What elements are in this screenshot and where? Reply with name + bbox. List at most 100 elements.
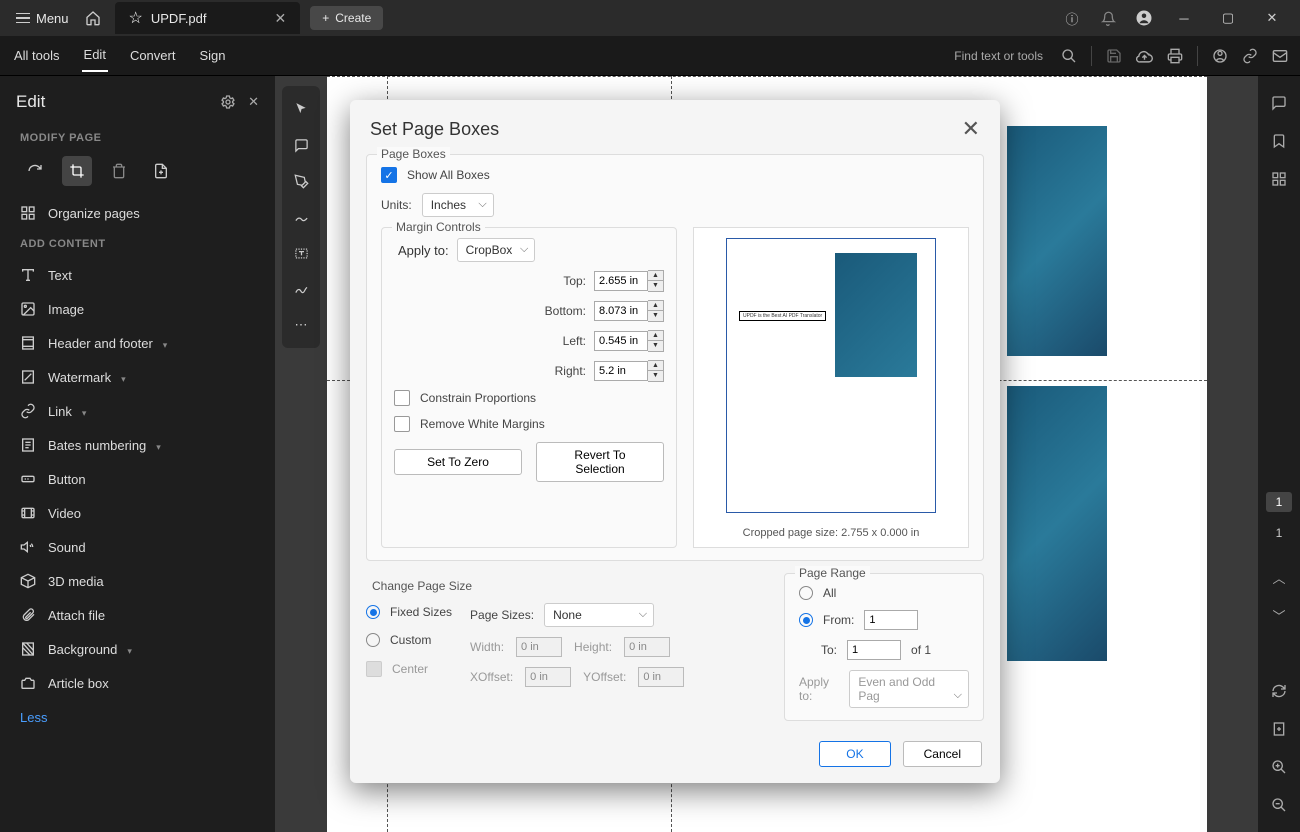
apply-to2-select[interactable]: Even and Odd Pag — [849, 670, 969, 708]
to-input[interactable] — [847, 640, 901, 660]
close-panel-icon[interactable]: ✕ — [248, 94, 259, 110]
link-icon[interactable] — [1242, 48, 1258, 64]
save-icon[interactable] — [1106, 48, 1122, 64]
help-icon[interactable]: ⓘ — [1058, 4, 1086, 32]
sidebar-video[interactable]: Video — [0, 496, 275, 530]
zoom-in-icon[interactable] — [1264, 752, 1294, 782]
custom-radio[interactable] — [366, 633, 380, 647]
create-button[interactable]: + Create — [310, 6, 383, 30]
fit-page-icon[interactable] — [1264, 714, 1294, 744]
page-badge[interactable]: 1 — [1266, 492, 1293, 512]
remove-white-checkbox[interactable] — [394, 416, 410, 432]
text-tool-icon[interactable] — [282, 236, 320, 270]
sidebar-organize-pages[interactable]: Organize pages — [0, 196, 275, 230]
cloud-icon[interactable] — [1136, 47, 1153, 64]
top-input[interactable] — [594, 271, 648, 291]
article-label: Article box — [48, 676, 109, 691]
height-label: Height: — [574, 640, 612, 654]
document-tab[interactable]: ☆ UPDF.pdf ✕ — [115, 2, 301, 34]
ok-button[interactable]: OK — [819, 741, 890, 767]
sidebar-text[interactable]: Text — [0, 258, 275, 292]
tab-edit[interactable]: Edit — [82, 39, 108, 72]
fixed-sizes-radio[interactable] — [366, 605, 380, 619]
bottom-input[interactable] — [594, 301, 648, 321]
comment-icon[interactable] — [1264, 88, 1294, 118]
minimize-icon[interactable]: ─ — [1164, 2, 1204, 34]
home-icon[interactable] — [79, 4, 107, 32]
mail-icon[interactable] — [1272, 48, 1288, 64]
share-icon[interactable] — [1212, 48, 1228, 64]
apply-to-select[interactable]: CropBox — [457, 238, 536, 262]
tab-close-icon[interactable]: ✕ — [275, 10, 287, 27]
delete-icon[interactable] — [104, 156, 134, 186]
xoffset-input — [525, 667, 571, 687]
show-all-boxes-checkbox[interactable]: ✓ — [381, 167, 397, 183]
draw-tool-icon[interactable] — [282, 200, 320, 234]
sidebar-link[interactable]: Link▾ — [0, 394, 275, 428]
dialog-close-icon[interactable]: ✕ — [962, 116, 980, 142]
bookmark-icon[interactable] — [1264, 126, 1294, 156]
zoom-out-icon[interactable] — [1264, 790, 1294, 820]
bell-icon[interactable] — [1094, 4, 1122, 32]
close-window-icon[interactable]: ✕ — [1252, 2, 1292, 34]
button-label: Button — [48, 472, 86, 487]
all-radio[interactable] — [799, 586, 813, 600]
refresh-icon[interactable] — [1264, 676, 1294, 706]
sidebar-3d[interactable]: 3D media — [0, 564, 275, 598]
cancel-button[interactable]: Cancel — [903, 741, 982, 767]
account-icon[interactable] — [1130, 4, 1158, 32]
chevron-down-icon[interactable]: ﹀ — [1264, 600, 1294, 630]
set-page-boxes-dialog: Set Page Boxes ✕ Page Boxes ✓ Show All B… — [350, 100, 1000, 783]
right-label: Right: — [538, 364, 586, 378]
panel-title: Edit — [16, 92, 45, 112]
units-select[interactable]: Inches — [422, 193, 494, 217]
rotate-icon[interactable] — [20, 156, 50, 186]
sidebar-sound[interactable]: Sound — [0, 530, 275, 564]
center-checkbox[interactable] — [366, 661, 382, 677]
right-stepper[interactable]: ▲▼ — [648, 360, 664, 382]
tab-sign[interactable]: Sign — [197, 40, 227, 71]
sidebar-image[interactable]: Image — [0, 292, 275, 326]
menu-button[interactable]: Menu — [8, 7, 77, 30]
chevron-up-icon[interactable]: ︿ — [1264, 562, 1294, 592]
highlight-tool-icon[interactable] — [282, 164, 320, 198]
revert-button[interactable]: Revert To Selection — [536, 442, 664, 482]
print-icon[interactable] — [1167, 48, 1183, 64]
page-sizes-select[interactable]: None — [544, 603, 654, 627]
sidebar-button[interactable]: Button — [0, 462, 275, 496]
image-label: Image — [48, 302, 84, 317]
maximize-icon[interactable]: ▢ — [1208, 2, 1248, 34]
right-input[interactable] — [594, 361, 648, 381]
sign-tool-icon[interactable] — [282, 272, 320, 306]
from-radio[interactable] — [799, 613, 813, 627]
from-input[interactable] — [864, 610, 918, 630]
sidebar-article[interactable]: Article box — [0, 666, 275, 700]
less-link[interactable]: Less — [0, 700, 275, 735]
tab-all-tools[interactable]: All tools — [12, 40, 62, 71]
search-icon[interactable] — [1061, 48, 1077, 64]
left-stepper[interactable]: ▲▼ — [648, 330, 664, 352]
gear-icon[interactable] — [220, 94, 236, 110]
more-tools-icon[interactable]: ⋯ — [282, 308, 320, 342]
set-to-zero-button[interactable]: Set To Zero — [394, 449, 522, 475]
sidebar-header-footer[interactable]: Header and footer▾ — [0, 326, 275, 360]
grid-icon[interactable] — [1264, 164, 1294, 194]
select-tool-icon[interactable] — [282, 92, 320, 126]
sidebar-attach[interactable]: Attach file — [0, 598, 275, 632]
sidebar-bates[interactable]: Bates numbering▾ — [0, 428, 275, 462]
left-input[interactable] — [594, 331, 648, 351]
sidebar-background[interactable]: Background▾ — [0, 632, 275, 666]
change-page-size-label: Change Page Size — [372, 579, 766, 593]
bottom-stepper[interactable]: ▲▼ — [648, 300, 664, 322]
main-toolbar: All tools Edit Convert Sign Find text or… — [0, 36, 1300, 76]
comment-tool-icon[interactable] — [282, 128, 320, 162]
top-stepper[interactable]: ▲▼ — [648, 270, 664, 292]
crop-icon[interactable] — [62, 156, 92, 186]
all-label: All — [823, 586, 836, 600]
tab-convert[interactable]: Convert — [128, 40, 178, 71]
sidebar-watermark[interactable]: Watermark▾ — [0, 360, 275, 394]
page-boxes-label: Page Boxes — [377, 147, 450, 161]
constrain-checkbox[interactable] — [394, 390, 410, 406]
hamburger-icon — [16, 13, 30, 24]
extract-icon[interactable] — [146, 156, 176, 186]
